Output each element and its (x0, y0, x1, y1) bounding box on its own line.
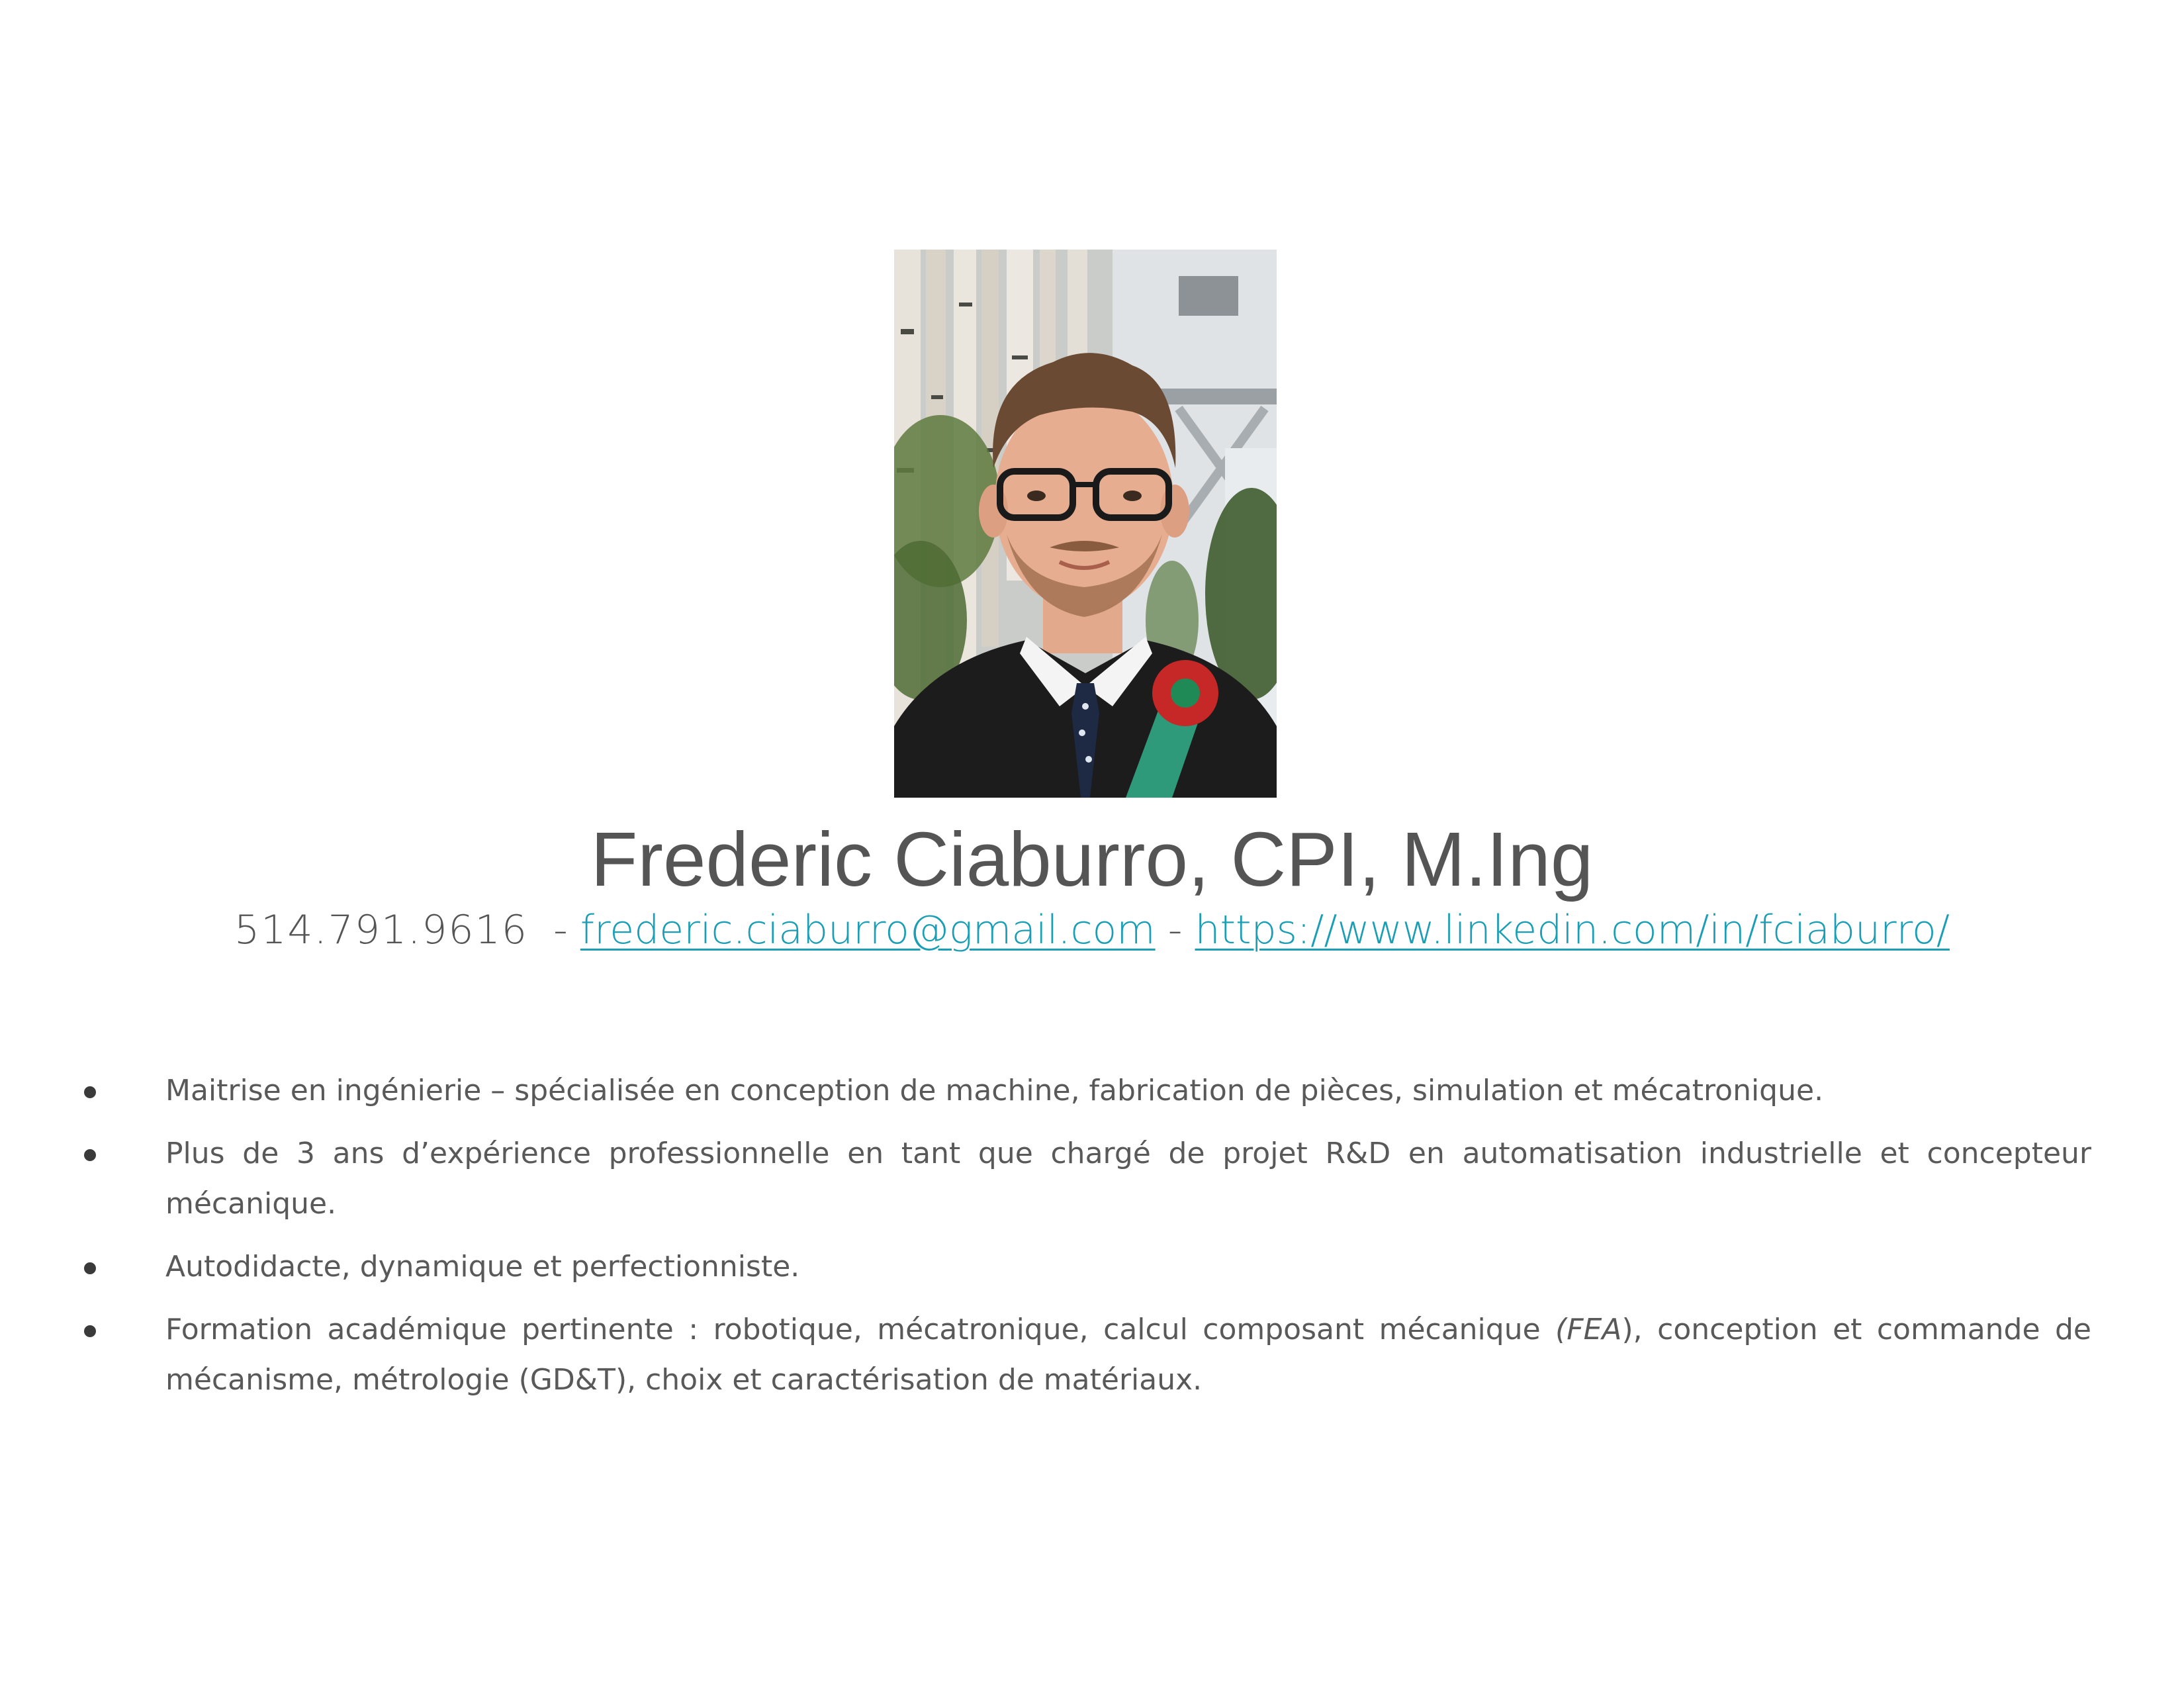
list-item-text: Maitrise en ingénierie – spécialisée en … (165, 1074, 1824, 1107)
list-item-text-italic: (FEA (1555, 1313, 1622, 1346)
phone-number: 514.791.9616 (234, 907, 528, 953)
contact-line: 514.791.9616 - frederic.ciaburro@gmail.c… (0, 900, 2184, 960)
list-item-text-before: Formation académique pertinente : roboti… (165, 1313, 1556, 1346)
bullet-icon (84, 1149, 96, 1161)
bullet-icon (84, 1086, 96, 1098)
list-item-text: Autodidacte, dynamique et perfectionnist… (165, 1250, 800, 1284)
list-item: Maitrise en ingénierie – spécialisée en … (0, 1066, 2184, 1116)
list-item: Plus de 3 ans d’expérience professionnel… (0, 1129, 2184, 1229)
bullet-icon (84, 1325, 96, 1337)
linkedin-link[interactable]: https://www.linkedin.com/in/fciaburro/ (1195, 907, 1949, 953)
profile-photo (894, 250, 1277, 798)
email-link[interactable]: frederic.ciaburro@gmail.com (580, 907, 1156, 953)
summary-list: Maitrise en ingénierie – spécialisée en … (0, 1066, 2184, 1418)
candidate-name: Frederic Ciaburro, CPI, M.Ing (590, 816, 1594, 902)
list-item-text: Plus de 3 ans d’expérience professionnel… (165, 1137, 2091, 1221)
list-item: Formation académique pertinente : roboti… (0, 1305, 2184, 1405)
contact-separator: - (1167, 907, 1183, 953)
contact-separator: - (553, 907, 568, 953)
bullet-icon (84, 1262, 96, 1274)
profile-photo-drawing (894, 250, 1277, 798)
list-item: Autodidacte, dynamique et perfectionnist… (0, 1242, 2184, 1292)
